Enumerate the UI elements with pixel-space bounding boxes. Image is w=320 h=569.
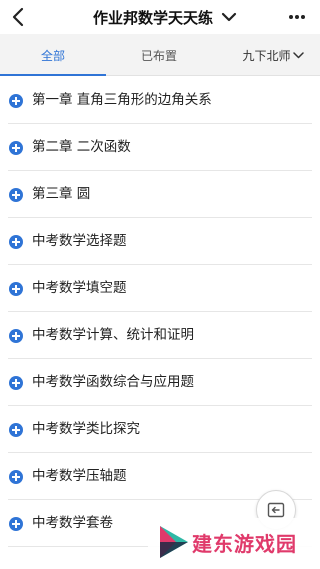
expand-plus-icon[interactable] <box>9 141 23 155</box>
active-tab-indicator <box>0 74 106 76</box>
expand-plus-icon[interactable] <box>9 423 23 437</box>
chevron-down-icon <box>221 12 237 22</box>
expand-plus-icon[interactable] <box>9 329 23 343</box>
list-item-label: 第三章 圆 <box>32 186 91 202</box>
list-item-label: 中考数学填空题 <box>32 280 127 296</box>
tab-bar: 全部 已布置 九下北师 <box>0 34 320 76</box>
list-item-label: 第一章 直角三角形的边角关系 <box>32 92 212 108</box>
list-item-label: 中考数学计算、统计和证明 <box>32 327 194 343</box>
back-button[interactable] <box>6 4 30 30</box>
list-item-label: 中考数学选择题 <box>32 233 127 249</box>
expand-plus-icon[interactable] <box>9 376 23 390</box>
return-icon <box>267 502 285 518</box>
list-item[interactable]: 中考数学选择题 <box>0 218 320 265</box>
list-item[interactable]: 中考数学函数综合与应用题 <box>0 359 320 406</box>
list-item[interactable]: 中考数学计算、统计和证明 <box>0 312 320 359</box>
expand-plus-icon[interactable] <box>9 470 23 484</box>
page-title: 作业邦数学天天练 <box>92 8 213 27</box>
title-dropdown[interactable]: 作业邦数学天天练 <box>70 0 260 34</box>
list-item[interactable]: 第一章 直角三角形的边角关系 <box>0 77 320 124</box>
watermark: 建东游戏园 <box>148 518 320 569</box>
expand-plus-icon[interactable] <box>9 517 23 531</box>
tab-assigned-label: 已布置 <box>140 48 177 63</box>
more-horizontal-icon <box>289 15 305 19</box>
watermark-logo-icon <box>160 526 188 558</box>
list-item[interactable]: 第三章 圆 <box>0 171 320 218</box>
list-item-label: 中考数学类比探究 <box>32 421 140 437</box>
expand-plus-icon[interactable] <box>9 235 23 249</box>
list-item-label: 中考数学套卷 <box>32 515 113 531</box>
tab-assigned[interactable]: 已布置 <box>106 34 212 76</box>
more-button[interactable] <box>284 6 310 28</box>
tab-all-label: 全部 <box>40 48 65 63</box>
top-bar: 作业邦数学天天练 <box>0 0 320 34</box>
grade-dropdown[interactable]: 九下北师 <box>226 34 320 76</box>
tab-all[interactable]: 全部 <box>0 34 106 76</box>
list-item-label: 中考数学压轴题 <box>32 468 127 484</box>
list-item-label: 第二章 二次函数 <box>32 139 131 155</box>
chevron-left-icon <box>12 7 24 27</box>
list-item[interactable]: 中考数学类比探究 <box>0 406 320 453</box>
exercise-list: 第一章 直角三角形的边角关系 第二章 二次函数 第三章 圆 中考数学选择题 中考… <box>0 77 320 547</box>
watermark-text: 建东游戏园 <box>192 532 297 556</box>
expand-plus-icon[interactable] <box>9 94 23 108</box>
grade-dropdown-label: 九下北师 <box>242 48 291 63</box>
expand-plus-icon[interactable] <box>9 188 23 202</box>
list-item[interactable]: 中考数学填空题 <box>0 265 320 312</box>
expand-plus-icon[interactable] <box>9 282 23 296</box>
list-item[interactable]: 第二章 二次函数 <box>0 124 320 171</box>
chevron-down-icon <box>292 51 304 58</box>
list-item-label: 中考数学函数综合与应用题 <box>32 374 194 390</box>
